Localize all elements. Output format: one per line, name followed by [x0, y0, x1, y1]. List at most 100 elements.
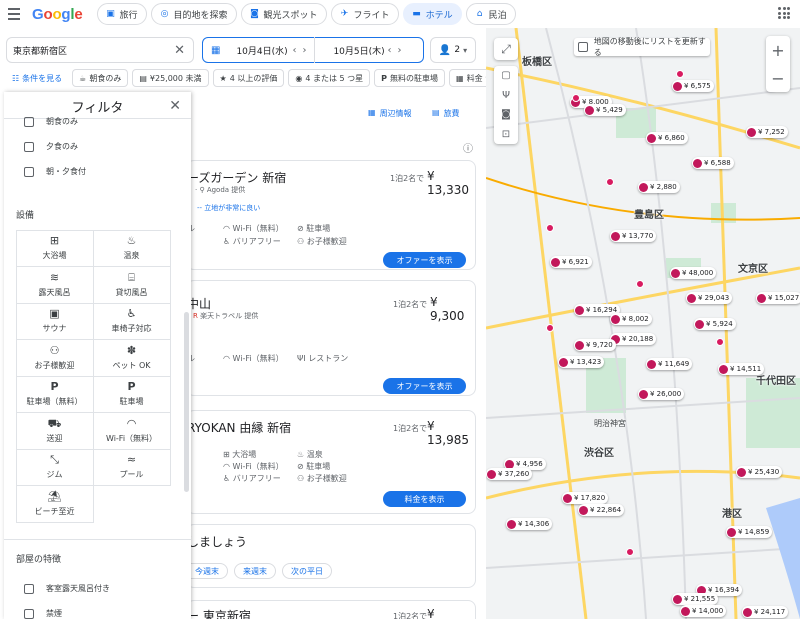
price-marker[interactable]: ¥ 9,720: [574, 339, 616, 351]
price-marker[interactable]: ¥ 8,002: [610, 313, 652, 325]
amenity-toggle[interactable]: ♿ 車椅子対応: [92, 302, 171, 340]
amenity-toggle[interactable]: ▣ サウナ: [15, 302, 94, 340]
zoom-out-icon[interactable]: −: [771, 69, 784, 88]
price-marker[interactable]: ¥ 24,117: [742, 606, 789, 618]
filter-scrollbar[interactable]: [184, 312, 189, 492]
fare-button[interactable]: ▤ 旅費: [432, 108, 460, 119]
price-marker[interactable]: ¥ 7,252: [746, 126, 788, 138]
amenity-toggle[interactable]: ⛟ 送迎: [15, 412, 94, 450]
price-marker[interactable]: ¥ 26,000: [638, 388, 685, 400]
amenity-toggle[interactable]: ≋ 露天風呂: [15, 266, 94, 304]
price-marker[interactable]: ¥ 29,043: [686, 292, 733, 304]
meal-option[interactable]: 朝・夕食付: [24, 166, 86, 177]
checkbox[interactable]: [24, 583, 34, 594]
hotel-pin-icon[interactable]: [676, 70, 684, 78]
view-prices-button[interactable]: 料金を表示: [383, 491, 466, 507]
amenity-toggle[interactable]: ⊞ 大浴場: [15, 229, 94, 267]
clear-icon[interactable]: ✕: [174, 43, 185, 58]
camera-icon[interactable]: ◙: [501, 109, 511, 120]
hotel-pin-icon[interactable]: [716, 338, 724, 346]
amenity-toggle[interactable]: ♨ 温泉: [92, 229, 171, 267]
amenity-toggle[interactable]: ⛱ ビーチ至近: [15, 485, 94, 523]
price-marker[interactable]: ¥ 25,430: [736, 466, 783, 478]
checkbox[interactable]: [24, 608, 34, 619]
price-marker[interactable]: ¥ 13,423: [558, 356, 605, 368]
view-offers-button[interactable]: オファーを表示: [383, 378, 466, 394]
nav-travel[interactable]: ▣ 旅行: [96, 3, 147, 25]
amenity-toggle[interactable]: ◠ Wi-Fi（無料）: [92, 412, 171, 450]
price-marker[interactable]: ¥ 20,188: [610, 333, 657, 345]
price-marker[interactable]: ¥ 21,555: [672, 593, 719, 605]
price-marker[interactable]: ¥ 11,649: [646, 358, 693, 370]
hotel-name[interactable]: RYOKAN 由縁 新宿: [187, 419, 291, 436]
map[interactable]: 地図の移動後にリストを更新する ⤢ ▢ Ψ ◙ ⊡ + − 板橋区 豊島区 文京…: [486, 28, 800, 619]
hotel-name[interactable]: ー 東京新宿: [187, 607, 251, 619]
hotel-card[interactable]: RYOKAN 由縁 新宿 1泊2名で ¥ 13,985 ⊞ 大浴場 ♨ 温泉 ◠…: [186, 410, 476, 514]
hotel-pin-icon[interactable]: [606, 178, 614, 186]
checkout-prev-icon[interactable]: ‹: [387, 45, 391, 56]
checkout-next-icon[interactable]: ›: [397, 45, 401, 56]
price-marker[interactable]: ¥ 2,880: [638, 181, 680, 193]
chip-fare[interactable]: ▦料金▾: [449, 69, 486, 87]
price-marker[interactable]: ¥ 14,511: [718, 363, 765, 375]
info-icon[interactable]: ⓘ: [463, 140, 473, 155]
shopping-icon[interactable]: ⊡: [502, 129, 510, 140]
checkbox[interactable]: [24, 166, 34, 177]
date-picker[interactable]: ▦ 10月4日(水) ‹ › 10月5日(木) ‹ ›: [202, 37, 424, 63]
amenity-toggle[interactable]: P 駐車場（無料）: [15, 375, 94, 413]
amenity-toggle[interactable]: ✽ ペット OK: [92, 339, 171, 377]
amenity-toggle[interactable]: ⚇ お子様歓迎: [15, 339, 94, 377]
this-weekend-chip[interactable]: 今週末: [187, 563, 228, 579]
location-input[interactable]: [13, 45, 143, 55]
hotel-name[interactable]: ーズガーデン 新宿: [187, 169, 286, 186]
price-marker[interactable]: ¥ 14,306: [506, 518, 553, 530]
checkin-next-icon[interactable]: ›: [302, 45, 306, 56]
hotel-card[interactable]: ー 東京新宿 1泊2名で ¥ 13,423: [186, 600, 476, 619]
nav-hotels[interactable]: ▬ ホテル: [402, 3, 462, 25]
price-marker[interactable]: ¥ 6,588: [692, 157, 734, 169]
amenity-toggle[interactable]: ⤡ ジム: [15, 448, 94, 486]
room-option[interactable]: 客室露天風呂付き: [24, 583, 110, 594]
meal-option[interactable]: 朝食のみ: [24, 116, 78, 127]
chip-breakfast[interactable]: ☕ 朝食のみ: [72, 69, 129, 87]
guest-selector[interactable]: 👤 2 ▾: [430, 37, 476, 63]
hotel-pin-icon[interactable]: [546, 324, 554, 332]
restaurant-icon[interactable]: Ψ: [502, 90, 510, 101]
chip-price[interactable]: ▤ ¥25,000 未満: [132, 69, 209, 87]
checkin-date[interactable]: 10月4日(水): [236, 44, 288, 57]
amenity-toggle[interactable]: ≈ プール: [92, 448, 171, 486]
all-filters-button[interactable]: ☷ 条件を見る: [6, 69, 69, 87]
price-marker[interactable]: ¥ 5,924: [694, 318, 736, 330]
fullscreen-icon[interactable]: ⤢: [494, 38, 518, 60]
hotel-pin-icon[interactable]: [636, 280, 644, 288]
chip-free-parking[interactable]: P 無料の駐車場: [374, 69, 446, 87]
location-search[interactable]: ✕: [6, 37, 194, 63]
checkout-date[interactable]: 10月5日(木): [333, 44, 385, 57]
amenity-toggle[interactable]: P 駐車場: [92, 375, 171, 413]
price-marker[interactable]: ¥ 6,860: [646, 132, 688, 144]
next-weekend-chip[interactable]: 来週末: [234, 563, 276, 579]
update-on-move-toggle[interactable]: 地図の移動後にリストを更新する: [574, 37, 710, 57]
close-icon[interactable]: ✕: [169, 98, 181, 114]
price-marker[interactable]: ¥ 37,260: [486, 468, 533, 480]
meal-option[interactable]: 夕食のみ: [24, 141, 78, 152]
price-marker[interactable]: ¥ 6,921: [550, 256, 592, 268]
next-weekday-chip[interactable]: 次の平日: [282, 563, 332, 579]
hotel-pin-icon[interactable]: [546, 224, 554, 232]
nav-flights[interactable]: ✈ フライト: [330, 3, 399, 25]
main-menu-icon[interactable]: [8, 5, 26, 23]
chip-hotel-class[interactable]: ◉ 4 または 5 つ星: [288, 69, 371, 87]
nav-things-to-do[interactable]: ◙ 観光スポット: [240, 3, 327, 25]
amenity-toggle[interactable]: ⌸ 貸切風呂: [92, 266, 171, 304]
apps-grid-icon[interactable]: [778, 7, 790, 19]
nav-vacation-rentals[interactable]: ⌂ 民泊: [465, 3, 516, 25]
price-marker[interactable]: ¥ 5,429: [584, 104, 626, 116]
nearby-button[interactable]: ▦ 周辺情報: [368, 108, 412, 119]
checkin-prev-icon[interactable]: ‹: [292, 45, 296, 56]
checkbox[interactable]: [24, 141, 34, 152]
price-marker[interactable]: ¥ 48,000: [670, 267, 717, 279]
transit-icon[interactable]: ▢: [501, 70, 510, 81]
price-marker[interactable]: ¥ 14,000: [680, 605, 727, 617]
hotel-pin-icon[interactable]: [572, 94, 580, 102]
hotel-pin-icon[interactable]: [626, 548, 634, 556]
